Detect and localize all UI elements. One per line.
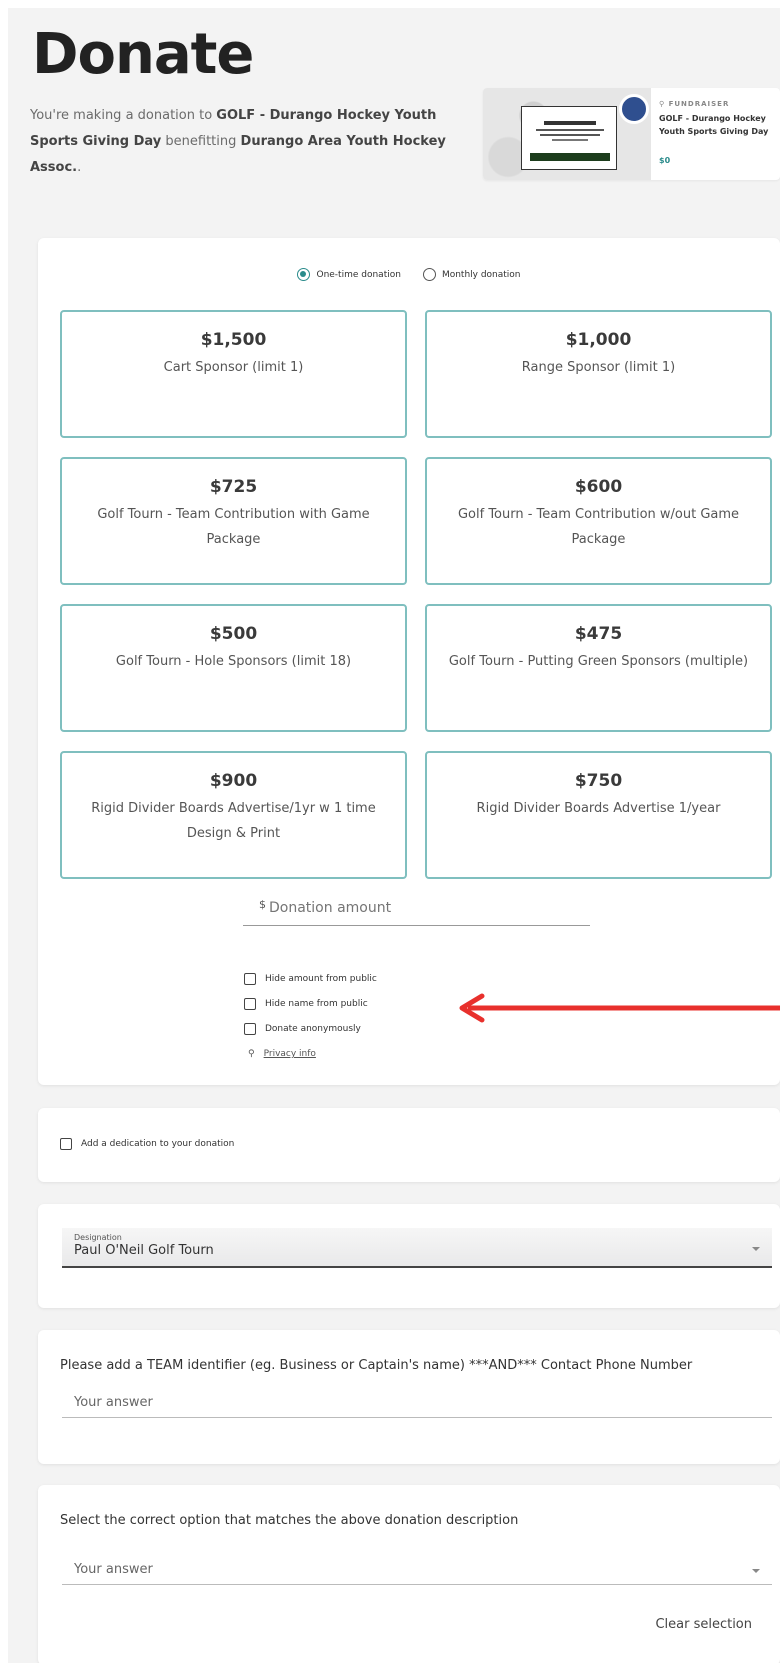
- select-question-label: Select the correct option that matches t…: [60, 1513, 519, 1528]
- fundraiser-card[interactable]: ⚲ FUNDRAISER GOLF - Durango Hockey Youth …: [483, 88, 780, 180]
- intro-middle: benefitting: [161, 134, 241, 149]
- donation-intro: You're making a donation to GOLF - Duran…: [30, 103, 470, 181]
- select-answer-placeholder: Your answer: [74, 1562, 153, 1577]
- privacy-options: Hide amount from public Hide name from p…: [244, 966, 377, 1067]
- donation-amount-field: $: [243, 896, 590, 926]
- fundraiser-label: ⚲ FUNDRAISER: [659, 100, 729, 108]
- designation-label: Designation: [74, 1233, 122, 1242]
- tier-description: Golf Tourn - Team Contribution w/out Gam…: [457, 507, 740, 547]
- person-icon: ⚲: [659, 100, 669, 108]
- tier-description: Cart Sponsor (limit 1): [163, 360, 304, 375]
- one-time-option[interactable]: One-time donation: [297, 268, 401, 281]
- frequency-selector: One-time donation Monthly donation: [38, 268, 780, 281]
- select-answer-dropdown[interactable]: Your answer: [62, 1555, 772, 1585]
- tier-amount: $750: [574, 771, 623, 791]
- tier-description: Golf Tourn - Hole Sponsors (limit 18): [115, 654, 352, 669]
- tier-amount: $1,000: [565, 330, 632, 350]
- team-question-card: Please add a TEAM identifier (eg. Busine…: [38, 1330, 780, 1464]
- clear-selection-button[interactable]: Clear selection: [655, 1617, 752, 1632]
- anonymous-checkbox[interactable]: [244, 1022, 256, 1035]
- monthly-label: Monthly donation: [441, 269, 521, 280]
- monthly-option[interactable]: Monthly donation: [422, 268, 521, 281]
- monthly-radio[interactable]: [422, 268, 436, 281]
- tier-option[interactable]: $1,000 Range Sponsor (limit 1): [425, 310, 772, 438]
- page-title: Donate: [32, 22, 254, 87]
- chevron-down-icon: [752, 1247, 760, 1251]
- donation-amount-input[interactable]: [269, 898, 569, 918]
- currency-symbol: $: [259, 898, 266, 911]
- donation-card: One-time donation Monthly donation $1,50…: [38, 238, 780, 1085]
- intro-suffix: .: [77, 160, 82, 175]
- person-icon: ⚲: [248, 1049, 255, 1059]
- one-time-radio[interactable]: [297, 268, 311, 281]
- hide-name-label: Hide name from public: [265, 998, 368, 1009]
- tier-amount: $600: [574, 477, 623, 497]
- privacy-info-link[interactable]: Privacy info: [264, 1049, 316, 1059]
- chevron-down-icon: [752, 1569, 760, 1573]
- team-answer-input[interactable]: Your answer: [62, 1388, 772, 1418]
- fundraiser-name-line1: GOLF - Durango Hockey: [659, 114, 766, 123]
- flyer-image: [521, 106, 617, 170]
- tier-description: Golf Tourn - Team Contribution with Game…: [97, 507, 370, 547]
- tier-option[interactable]: $1,500 Cart Sponsor (limit 1): [60, 310, 407, 438]
- annotation-arrow-icon: [459, 993, 780, 1023]
- donation-tiers: $1,500 Cart Sponsor (limit 1) $1,000 Ran…: [60, 310, 772, 879]
- team-answer-placeholder: Your answer: [74, 1395, 153, 1410]
- dedication-card: Add a dedication to your donation: [38, 1108, 780, 1182]
- tier-option[interactable]: $750 Rigid Divider Boards Advertise 1/ye…: [425, 751, 772, 879]
- dedication-checkbox[interactable]: [60, 1138, 72, 1150]
- designation-value: Paul O'Neil Golf Tourn: [74, 1243, 214, 1258]
- tier-amount: $900: [209, 771, 258, 791]
- one-time-label: One-time donation: [316, 269, 401, 280]
- tier-description: Range Sponsor (limit 1): [521, 360, 676, 375]
- fundraiser-label-text: FUNDRAISER: [668, 100, 730, 108]
- intro-prefix: You're making a donation to: [30, 108, 217, 123]
- hide-amount-option[interactable]: Hide amount from public: [244, 966, 377, 991]
- designation-card: Designation Paul O'Neil Golf Tourn: [38, 1204, 780, 1308]
- tier-amount: $500: [209, 624, 258, 644]
- designation-select[interactable]: Designation Paul O'Neil Golf Tourn: [62, 1228, 772, 1268]
- anonymous-option[interactable]: Donate anonymously: [244, 1016, 377, 1041]
- donate-page: Donate You're making a donation to GOLF …: [8, 8, 780, 1663]
- tier-amount: $475: [574, 624, 623, 644]
- fundraiser-name: GOLF - Durango Hockey Youth Sports Giving…: [659, 112, 777, 138]
- tier-option[interactable]: $725 Golf Tourn - Team Contribution with…: [60, 457, 407, 585]
- privacy-info: ⚲ Privacy info: [244, 1041, 377, 1067]
- tier-option[interactable]: $475 Golf Tourn - Putting Green Sponsors…: [425, 604, 772, 732]
- team-question-label: Please add a TEAM identifier (eg. Busine…: [60, 1358, 693, 1373]
- anonymous-label: Donate anonymously: [265, 1023, 361, 1034]
- tier-description: Rigid Divider Boards Advertise/1yr w 1 t…: [91, 801, 376, 841]
- hide-name-checkbox[interactable]: [244, 997, 256, 1010]
- hide-name-option[interactable]: Hide name from public: [244, 991, 377, 1016]
- hide-amount-label: Hide amount from public: [265, 973, 377, 984]
- hockey-logo-icon: [619, 94, 649, 124]
- tier-description: Rigid Divider Boards Advertise 1/year: [476, 801, 721, 816]
- tier-amount: $1,500: [200, 330, 267, 350]
- tier-option[interactable]: $900 Rigid Divider Boards Advertise/1yr …: [60, 751, 407, 879]
- tier-amount: $725: [209, 477, 258, 497]
- fundraiser-amount: $0: [659, 156, 671, 165]
- tier-option[interactable]: $500 Golf Tourn - Hole Sponsors (limit 1…: [60, 604, 407, 732]
- select-question-card: Select the correct option that matches t…: [38, 1485, 780, 1663]
- dedication-option[interactable]: Add a dedication to your donation: [60, 1138, 234, 1150]
- dedication-label: Add a dedication to your donation: [81, 1139, 235, 1149]
- tier-description: Golf Tourn - Putting Green Sponsors (mul…: [448, 654, 749, 669]
- fundraiser-thumbnail: [483, 88, 651, 180]
- tier-option[interactable]: $600 Golf Tourn - Team Contribution w/ou…: [425, 457, 772, 585]
- fundraiser-name-line2: Youth Sports Giving Day: [659, 127, 769, 136]
- hide-amount-checkbox[interactable]: [244, 972, 256, 985]
